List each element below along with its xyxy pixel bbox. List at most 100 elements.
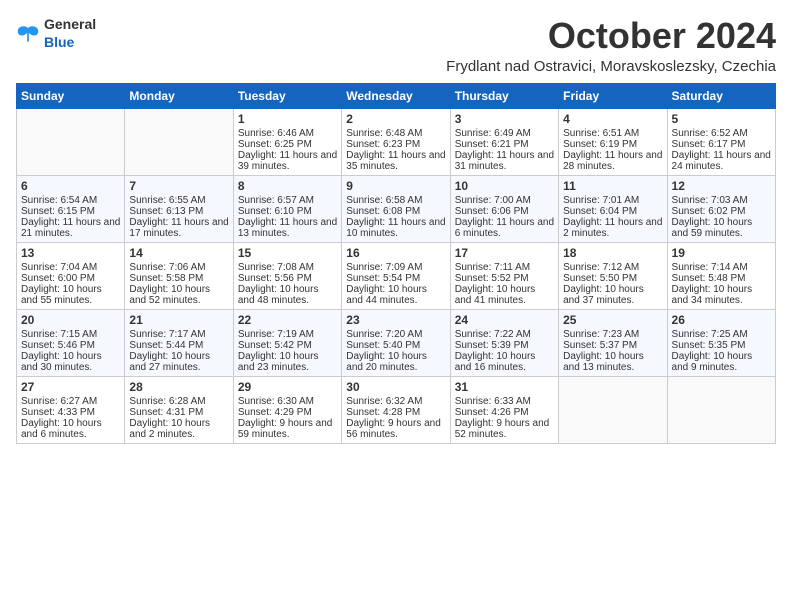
weekday-header: Sunday <box>17 83 125 108</box>
sunrise-text: Sunrise: 7:01 AM <box>563 195 662 206</box>
sunrise-text: Sunrise: 6:46 AM <box>238 128 337 139</box>
calendar-week-row: 27Sunrise: 6:27 AMSunset: 4:33 PMDayligh… <box>17 376 776 443</box>
day-number: 17 <box>455 246 554 260</box>
daylight-text: Daylight: 10 hours and 23 minutes. <box>238 351 337 373</box>
sunrise-text: Sunrise: 6:55 AM <box>129 195 228 206</box>
calendar-cell: 16Sunrise: 7:09 AMSunset: 5:54 PMDayligh… <box>342 242 450 309</box>
weekday-header: Tuesday <box>233 83 341 108</box>
calendar-cell: 27Sunrise: 6:27 AMSunset: 4:33 PMDayligh… <box>17 376 125 443</box>
day-number: 7 <box>129 179 228 193</box>
day-number: 2 <box>346 112 445 126</box>
calendar-cell: 10Sunrise: 7:00 AMSunset: 6:06 PMDayligh… <box>450 175 558 242</box>
sunrise-text: Sunrise: 6:49 AM <box>455 128 554 139</box>
sunset-text: Sunset: 6:13 PM <box>129 206 228 217</box>
daylight-text: Daylight: 11 hours and 35 minutes. <box>346 150 445 172</box>
weekday-header: Wednesday <box>342 83 450 108</box>
sunrise-text: Sunrise: 7:15 AM <box>21 329 120 340</box>
calendar-cell: 30Sunrise: 6:32 AMSunset: 4:28 PMDayligh… <box>342 376 450 443</box>
calendar-cell: 12Sunrise: 7:03 AMSunset: 6:02 PMDayligh… <box>667 175 775 242</box>
sunset-text: Sunset: 5:52 PM <box>455 273 554 284</box>
day-number: 22 <box>238 313 337 327</box>
day-number: 1 <box>238 112 337 126</box>
sunset-text: Sunset: 6:04 PM <box>563 206 662 217</box>
calendar-cell: 19Sunrise: 7:14 AMSunset: 5:48 PMDayligh… <box>667 242 775 309</box>
sunset-text: Sunset: 5:40 PM <box>346 340 445 351</box>
calendar-cell: 17Sunrise: 7:11 AMSunset: 5:52 PMDayligh… <box>450 242 558 309</box>
day-number: 26 <box>672 313 771 327</box>
day-number: 5 <box>672 112 771 126</box>
calendar-cell <box>667 376 775 443</box>
calendar-cell: 9Sunrise: 6:58 AMSunset: 6:08 PMDaylight… <box>342 175 450 242</box>
weekday-header: Monday <box>125 83 233 108</box>
sunrise-text: Sunrise: 7:17 AM <box>129 329 228 340</box>
day-number: 25 <box>563 313 662 327</box>
sunset-text: Sunset: 4:33 PM <box>21 407 120 418</box>
day-number: 9 <box>346 179 445 193</box>
sunset-text: Sunset: 6:00 PM <box>21 273 120 284</box>
sunset-text: Sunset: 6:19 PM <box>563 139 662 150</box>
day-number: 24 <box>455 313 554 327</box>
calendar-cell: 11Sunrise: 7:01 AMSunset: 6:04 PMDayligh… <box>559 175 667 242</box>
daylight-text: Daylight: 10 hours and 2 minutes. <box>129 418 228 440</box>
sunset-text: Sunset: 4:26 PM <box>455 407 554 418</box>
sunrise-text: Sunrise: 7:08 AM <box>238 262 337 273</box>
sunset-text: Sunset: 6:10 PM <box>238 206 337 217</box>
calendar-cell <box>559 376 667 443</box>
daylight-text: Daylight: 10 hours and 34 minutes. <box>672 284 771 306</box>
sunrise-text: Sunrise: 6:57 AM <box>238 195 337 206</box>
sunrise-text: Sunrise: 7:12 AM <box>563 262 662 273</box>
calendar-body: 1Sunrise: 6:46 AMSunset: 6:25 PMDaylight… <box>17 108 776 443</box>
calendar-cell: 4Sunrise: 6:51 AMSunset: 6:19 PMDaylight… <box>559 108 667 175</box>
calendar-cell: 24Sunrise: 7:22 AMSunset: 5:39 PMDayligh… <box>450 309 558 376</box>
day-number: 3 <box>455 112 554 126</box>
calendar-cell: 21Sunrise: 7:17 AMSunset: 5:44 PMDayligh… <box>125 309 233 376</box>
calendar-cell: 2Sunrise: 6:48 AMSunset: 6:23 PMDaylight… <box>342 108 450 175</box>
sunset-text: Sunset: 6:15 PM <box>21 206 120 217</box>
weekday-row: SundayMondayTuesdayWednesdayThursdayFrid… <box>17 83 776 108</box>
sunrise-text: Sunrise: 6:54 AM <box>21 195 120 206</box>
daylight-text: Daylight: 9 hours and 56 minutes. <box>346 418 445 440</box>
daylight-text: Daylight: 10 hours and 44 minutes. <box>346 284 445 306</box>
calendar-cell: 31Sunrise: 6:33 AMSunset: 4:26 PMDayligh… <box>450 376 558 443</box>
calendar-cell <box>17 108 125 175</box>
calendar-week-row: 20Sunrise: 7:15 AMSunset: 5:46 PMDayligh… <box>17 309 776 376</box>
daylight-text: Daylight: 10 hours and 6 minutes. <box>21 418 120 440</box>
daylight-text: Daylight: 11 hours and 13 minutes. <box>238 217 337 239</box>
daylight-text: Daylight: 11 hours and 10 minutes. <box>346 217 445 239</box>
daylight-text: Daylight: 9 hours and 59 minutes. <box>238 418 337 440</box>
sunset-text: Sunset: 4:28 PM <box>346 407 445 418</box>
daylight-text: Daylight: 11 hours and 24 minutes. <box>672 150 771 172</box>
sunrise-text: Sunrise: 6:48 AM <box>346 128 445 139</box>
daylight-text: Daylight: 11 hours and 21 minutes. <box>21 217 120 239</box>
calendar-cell: 5Sunrise: 6:52 AMSunset: 6:17 PMDaylight… <box>667 108 775 175</box>
calendar-cell: 25Sunrise: 7:23 AMSunset: 5:37 PMDayligh… <box>559 309 667 376</box>
sunrise-text: Sunrise: 7:04 AM <box>21 262 120 273</box>
day-number: 20 <box>21 313 120 327</box>
calendar-cell: 14Sunrise: 7:06 AMSunset: 5:58 PMDayligh… <box>125 242 233 309</box>
day-number: 16 <box>346 246 445 260</box>
calendar-week-row: 1Sunrise: 6:46 AMSunset: 6:25 PMDaylight… <box>17 108 776 175</box>
calendar-cell: 7Sunrise: 6:55 AMSunset: 6:13 PMDaylight… <box>125 175 233 242</box>
calendar-cell: 3Sunrise: 6:49 AMSunset: 6:21 PMDaylight… <box>450 108 558 175</box>
sunset-text: Sunset: 5:37 PM <box>563 340 662 351</box>
sunrise-text: Sunrise: 6:58 AM <box>346 195 445 206</box>
calendar-cell: 20Sunrise: 7:15 AMSunset: 5:46 PMDayligh… <box>17 309 125 376</box>
day-number: 23 <box>346 313 445 327</box>
day-number: 13 <box>21 246 120 260</box>
calendar-cell: 29Sunrise: 6:30 AMSunset: 4:29 PMDayligh… <box>233 376 341 443</box>
sunrise-text: Sunrise: 7:09 AM <box>346 262 445 273</box>
day-number: 27 <box>21 380 120 394</box>
sunset-text: Sunset: 6:02 PM <box>672 206 771 217</box>
sunrise-text: Sunrise: 7:11 AM <box>455 262 554 273</box>
sunrise-text: Sunrise: 7:20 AM <box>346 329 445 340</box>
day-number: 28 <box>129 380 228 394</box>
sunrise-text: Sunrise: 6:33 AM <box>455 396 554 407</box>
sunrise-text: Sunrise: 7:14 AM <box>672 262 771 273</box>
daylight-text: Daylight: 10 hours and 20 minutes. <box>346 351 445 373</box>
calendar-cell: 6Sunrise: 6:54 AMSunset: 6:15 PMDaylight… <box>17 175 125 242</box>
daylight-text: Daylight: 10 hours and 27 minutes. <box>129 351 228 373</box>
sunrise-text: Sunrise: 7:00 AM <box>455 195 554 206</box>
title-block: October 2024 Frydlant nad Ostravici, Mor… <box>446 16 776 75</box>
sunset-text: Sunset: 5:58 PM <box>129 273 228 284</box>
sunset-text: Sunset: 5:42 PM <box>238 340 337 351</box>
